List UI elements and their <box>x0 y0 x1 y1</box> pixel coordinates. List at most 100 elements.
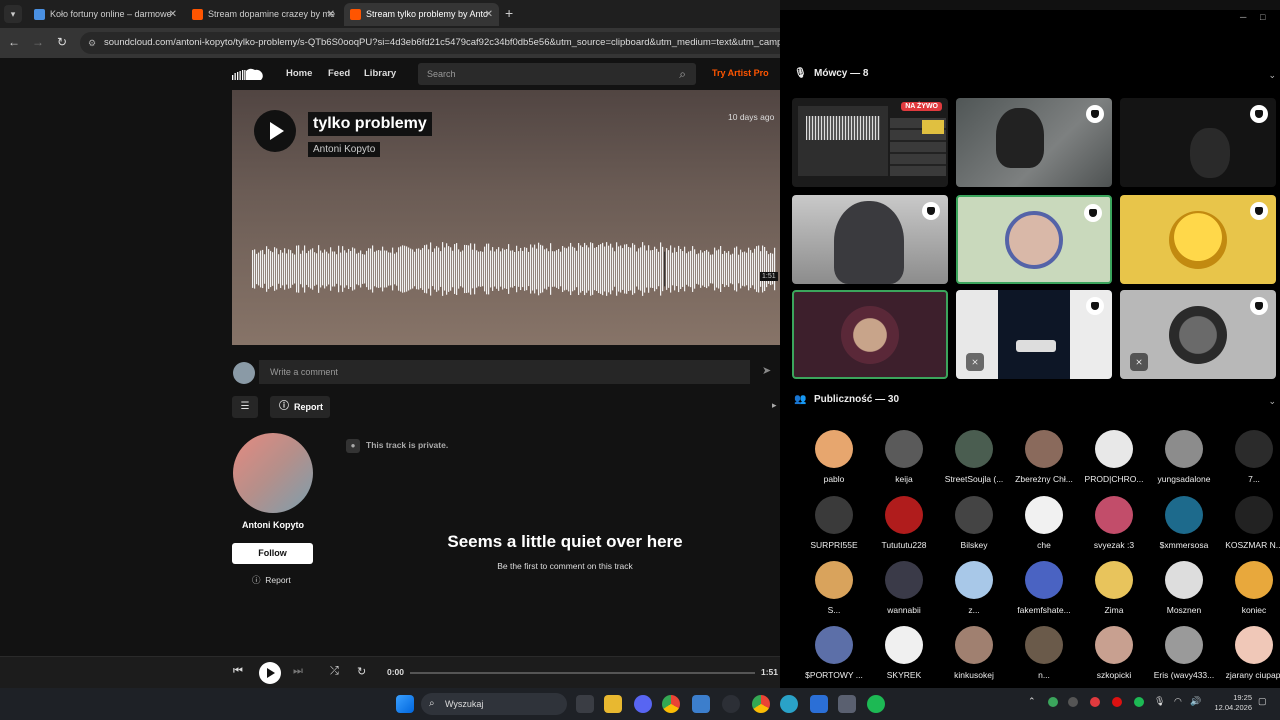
task-view-icon[interactable] <box>576 695 594 713</box>
audience-member[interactable]: keija <box>869 430 939 484</box>
speaker-tile-avatar-muted[interactable]: ⨯ <box>1120 290 1276 379</box>
tab-search-icon[interactable]: ▾ <box>4 5 22 23</box>
maximize-icon[interactable]: □ <box>1260 12 1265 22</box>
file-explorer-icon[interactable] <box>604 695 622 713</box>
wifi-icon[interactable]: ◠ <box>1174 696 1182 707</box>
windows-start-icon[interactable] <box>396 695 414 713</box>
site-info-icon[interactable]: ⚙ <box>88 32 96 54</box>
play-button[interactable] <box>254 110 296 152</box>
audience-member[interactable]: n... <box>1009 626 1079 680</box>
speaker-tile-avatar-speaking[interactable] <box>956 195 1112 284</box>
next-icon[interactable]: ⏭ <box>293 665 303 678</box>
microphone-icon[interactable]: 🎙 <box>1154 696 1165 707</box>
volume-icon[interactable]: 🔊 <box>1190 696 1201 707</box>
try-artist-pro-link[interactable]: Try Artist Pro <box>712 68 769 78</box>
reload-icon[interactable]: ↻ <box>54 35 70 49</box>
speaker-tile-avatar[interactable] <box>1120 195 1276 284</box>
taskbar-search[interactable]: ⌕ Wyszukaj <box>421 693 567 715</box>
audience-member[interactable]: PROD|CHRO... <box>1079 430 1149 484</box>
waveform[interactable] <box>252 234 776 304</box>
comment-input[interactable]: Write a comment <box>259 360 750 384</box>
track-artist-link[interactable]: Antoni Kopyto <box>308 142 381 157</box>
tray-icon-3[interactable] <box>1090 697 1100 707</box>
player-play-button[interactable] <box>259 662 281 684</box>
edge-icon[interactable] <box>780 695 798 713</box>
audience-member[interactable]: che <box>1009 496 1079 550</box>
search-input[interactable]: Search ⌕ <box>418 63 696 85</box>
artist-avatar[interactable] <box>233 433 313 513</box>
discord-icon[interactable] <box>634 695 652 713</box>
audience-member[interactable]: $PORTOWY ... <box>799 626 869 680</box>
speaker-tile-camera-1[interactable] <box>956 98 1112 187</box>
chevron-down-icon[interactable]: ⌄ <box>1268 396 1276 407</box>
tab-2[interactable]: Stream dopamine crazey by me ✕ <box>186 3 341 26</box>
tray-icon-4[interactable] <box>1112 697 1122 707</box>
audience-member[interactable]: SURPRI55E <box>799 496 869 550</box>
audience-member[interactable]: zjarany ciupapi <box>1219 626 1280 680</box>
nav-feed-link[interactable]: Feed <box>328 68 350 79</box>
audience-member[interactable]: Bilskey <box>939 496 1009 550</box>
minimize-icon[interactable]: ─ <box>1240 12 1246 22</box>
app-icon-2[interactable] <box>722 695 740 713</box>
chevron-up-icon[interactable]: ⌃ <box>1028 696 1036 707</box>
tab-3-active[interactable]: Stream tylko problemy by Anto ✕ <box>344 3 499 26</box>
url-field[interactable]: ⚙ soundcloud.com/antoni-kopyto/tylko-pro… <box>80 32 780 54</box>
send-icon[interactable]: ➤ <box>762 364 771 377</box>
speaker-tile-camera-2[interactable] <box>1120 98 1276 187</box>
audience-member[interactable]: yungsadalone <box>1149 430 1219 484</box>
nav-home-link[interactable]: Home <box>286 68 312 79</box>
follow-button[interactable]: Follow <box>232 543 313 564</box>
shuffle-icon[interactable]: ⤮ <box>330 665 339 678</box>
tray-spotify-icon[interactable] <box>1134 697 1144 707</box>
tray-icon-2[interactable] <box>1068 697 1078 707</box>
forward-icon[interactable]: → <box>30 35 46 49</box>
artist-report-link[interactable]: ⓘ Report <box>252 574 291 586</box>
audience-member[interactable]: svyezak :3 <box>1079 496 1149 550</box>
tab-1[interactable]: Koło fortuny online – darmowe ✕ <box>28 3 183 26</box>
notification-icon[interactable]: ▢ <box>1258 696 1267 707</box>
close-tab-icon[interactable]: ✕ <box>485 3 493 26</box>
audience-member[interactable]: Zima <box>1079 561 1149 615</box>
report-button[interactable]: ⓘ Report <box>270 396 330 418</box>
app-icon[interactable] <box>692 695 710 713</box>
previous-icon[interactable]: ⏮ <box>233 665 243 678</box>
audience-member[interactable]: z... <box>939 561 1009 615</box>
audience-member[interactable]: Mosznen <box>1149 561 1219 615</box>
speaker-tile-camera-3[interactable] <box>792 195 948 284</box>
document-icon[interactable] <box>810 695 828 713</box>
progress-bar[interactable] <box>410 672 755 674</box>
tray-icon-1[interactable] <box>1048 697 1058 707</box>
audience-member[interactable]: 7... <box>1219 430 1280 484</box>
calculator-icon[interactable] <box>838 695 856 713</box>
audience-member[interactable]: Tutututu228 <box>869 496 939 550</box>
audience-member[interactable]: Eris (wavy433... <box>1149 626 1219 680</box>
audience-member[interactable]: wannabii <box>869 561 939 615</box>
chrome-icon[interactable] <box>662 695 680 713</box>
close-tab-icon[interactable]: ✕ <box>169 3 177 26</box>
audience-member[interactable]: koniec <box>1219 561 1280 615</box>
add-to-queue-button[interactable]: ☰ <box>232 396 258 418</box>
audience-member[interactable]: $xmmersosa <box>1149 496 1219 550</box>
close-tab-icon[interactable]: ✕ <box>327 3 335 26</box>
nav-library-link[interactable]: Library <box>364 68 396 79</box>
audience-member[interactable]: pablo <box>799 430 869 484</box>
spotify-icon[interactable] <box>867 695 885 713</box>
speaker-tile-manga-avatar[interactable]: ⨯ <box>956 290 1112 379</box>
soundcloud-logo-icon[interactable] <box>232 67 264 81</box>
back-icon[interactable]: ← <box>6 35 22 49</box>
artist-name[interactable]: Antoni Kopyto <box>232 520 314 530</box>
clock[interactable]: 19:25 12.04.2026 <box>1208 693 1252 713</box>
speaker-tile-avatar-speaking-2[interactable] <box>792 290 948 379</box>
audience-member[interactable]: kinkusokej <box>939 626 1009 680</box>
speaker-tile-screenshare[interactable]: NA ŻYWO <box>792 98 948 187</box>
audience-member[interactable]: szkopicki <box>1079 626 1149 680</box>
repeat-icon[interactable]: ↻ <box>357 665 366 678</box>
search-icon[interactable]: ⌕ <box>679 63 686 85</box>
audience-member[interactable]: Zbereżny Chł... <box>1009 430 1079 484</box>
chrome-icon-2[interactable] <box>752 695 770 713</box>
chevron-right-icon[interactable]: ▸ <box>772 400 777 411</box>
audience-member[interactable]: fakemfshate... <box>1009 561 1079 615</box>
audience-member[interactable]: KOSZMAR N... <box>1219 496 1280 550</box>
audience-member[interactable]: StreetSoujla (... <box>939 430 1009 484</box>
chevron-down-icon[interactable]: ⌄ <box>1268 70 1276 81</box>
